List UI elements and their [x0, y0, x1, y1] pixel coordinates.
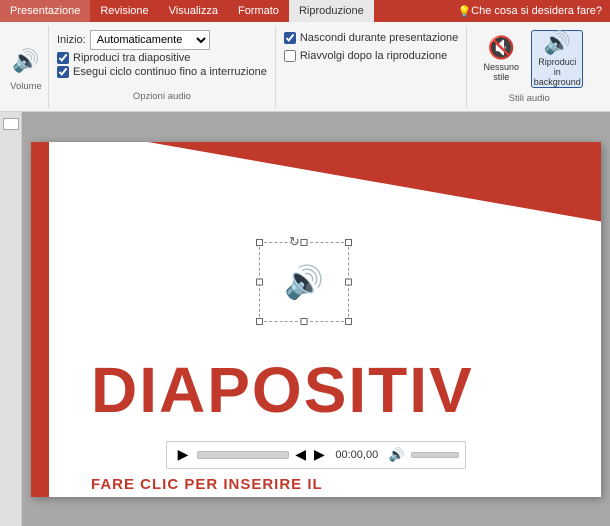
menu-riproduzione[interactable]: Riproduzione: [289, 0, 374, 22]
lightbulb-icon: 💡: [457, 5, 471, 18]
nascondi-content: Nascondi durante presentazione Riavvolgi…: [284, 30, 458, 90]
stili-audio-label: Stili audio: [509, 93, 550, 104]
inizio-row: Inizio: Automaticamente Al clic del mous…: [57, 30, 267, 50]
handle-tr[interactable]: [345, 239, 352, 246]
slide-big-text: DIAPOSITIV: [91, 353, 601, 427]
stili-buttons: 🔇 Nessunostile 🔊 Riproduci inbackground: [475, 30, 583, 88]
ribbon: 🔊 Volume Inizio: Automaticamente Al clic…: [0, 22, 610, 112]
handle-tm[interactable]: [301, 239, 308, 246]
play-button[interactable]: ▶: [173, 445, 193, 465]
handle-bl[interactable]: [256, 318, 263, 325]
volume-icon[interactable]: 🔊: [10, 43, 42, 79]
checkbox-tra-diapositive[interactable]: [57, 52, 69, 64]
stili-group: 🔇 Nessunostile 🔊 Riproduci inbackground …: [467, 26, 591, 108]
options-content: Inizio: Automaticamente Al clic del mous…: [57, 30, 267, 89]
menu-bar: Presentazione Revisione Visualizza Forma…: [0, 0, 610, 22]
checkbox-nascondi[interactable]: [284, 32, 296, 44]
handle-br[interactable]: [345, 318, 352, 325]
volume-label: Volume: [10, 81, 42, 92]
options-group: Inizio: Automaticamente Al clic del mous…: [49, 26, 276, 108]
time-display: 00:00,00: [331, 449, 383, 461]
menu-formato[interactable]: Formato: [228, 0, 289, 22]
slide-content: DIAPOSITIV ↻ 🔊 ▶ ◀ ▶ 00:00,: [31, 142, 601, 497]
handle-tl[interactable]: [256, 239, 263, 246]
volume-button[interactable]: 🔊: [387, 447, 407, 463]
slide-bottom-text: FARE CLIC PER INSERIRE IL: [91, 476, 323, 493]
volume-slider[interactable]: [411, 452, 459, 458]
main-area: DIAPOSITIV ↻ 🔊 ▶ ◀ ▶ 00:00,: [0, 112, 610, 526]
row-ciclo: Esegui ciclo continuo fino a interruzion…: [57, 66, 267, 78]
label-nascondi: Nascondi durante presentazione: [300, 32, 458, 44]
audio-player-bar: ▶ ◀ ▶ 00:00,00 🔊: [166, 441, 466, 469]
slide-red-top-stripe: [31, 142, 601, 222]
handle-ml[interactable]: [256, 278, 263, 285]
label-tra-diapositive: Riproduci tra diapositive: [73, 52, 190, 64]
label-ciclo: Esegui ciclo continuo fino a interruzion…: [73, 66, 267, 78]
audio-speaker-icon: 🔊: [284, 263, 324, 301]
menu-search-label: Che cosa si desidera fare?: [471, 5, 602, 17]
btn-nessuno-stile[interactable]: 🔇 Nessunostile: [475, 30, 527, 88]
menu-visualizza[interactable]: Visualizza: [159, 0, 228, 22]
row-tra-diapositive: Riproduci tra diapositive: [57, 52, 267, 64]
slide-red-left-stripe: [31, 142, 49, 497]
menu-revisione[interactable]: Revisione: [90, 0, 158, 22]
opzioni-audio-label: Opzioni audio: [57, 89, 267, 104]
nessuno-stile-icon: 🔇: [488, 35, 515, 61]
checkbox-riavvolgi[interactable]: [284, 50, 296, 62]
btn-riproduci-background[interactable]: 🔊 Riproduci inbackground: [531, 30, 583, 88]
inizio-label: Inizio:: [57, 34, 86, 46]
audio-progress-bar[interactable]: [197, 451, 289, 459]
row-nascondi: Nascondi durante presentazione: [284, 32, 458, 44]
slide-thumbnail-1[interactable]: [3, 118, 19, 130]
handle-mr[interactable]: [345, 278, 352, 285]
prev-button[interactable]: ◀: [293, 446, 308, 463]
nascondi-group: Nascondi durante presentazione Riavvolgi…: [276, 26, 467, 108]
handle-bm[interactable]: [301, 318, 308, 325]
riproduci-background-label: Riproduci inbackground: [534, 58, 581, 88]
riproduci-background-icon: 🔊: [544, 30, 571, 56]
nessuno-stile-label: Nessunostile: [483, 63, 519, 83]
slide-main: DIAPOSITIV ↻ 🔊 ▶ ◀ ▶ 00:00,: [22, 112, 610, 526]
slide-panel: [0, 112, 22, 526]
selection-box[interactable]: 🔊: [259, 242, 349, 322]
menu-presentazione[interactable]: Presentazione: [0, 0, 90, 22]
label-riavvolgi: Riavvolgi dopo la riproduzione: [300, 50, 447, 62]
row-riavvolgi: Riavvolgi dopo la riproduzione: [284, 50, 458, 62]
volume-group: 🔊 Volume: [4, 26, 49, 108]
inizio-select[interactable]: Automaticamente Al clic del mouse In seq…: [90, 30, 210, 50]
checkbox-ciclo[interactable]: [57, 66, 69, 78]
menu-search-area[interactable]: 💡 Che cosa si desidera fare?: [449, 0, 610, 22]
next-button[interactable]: ▶: [312, 446, 327, 463]
